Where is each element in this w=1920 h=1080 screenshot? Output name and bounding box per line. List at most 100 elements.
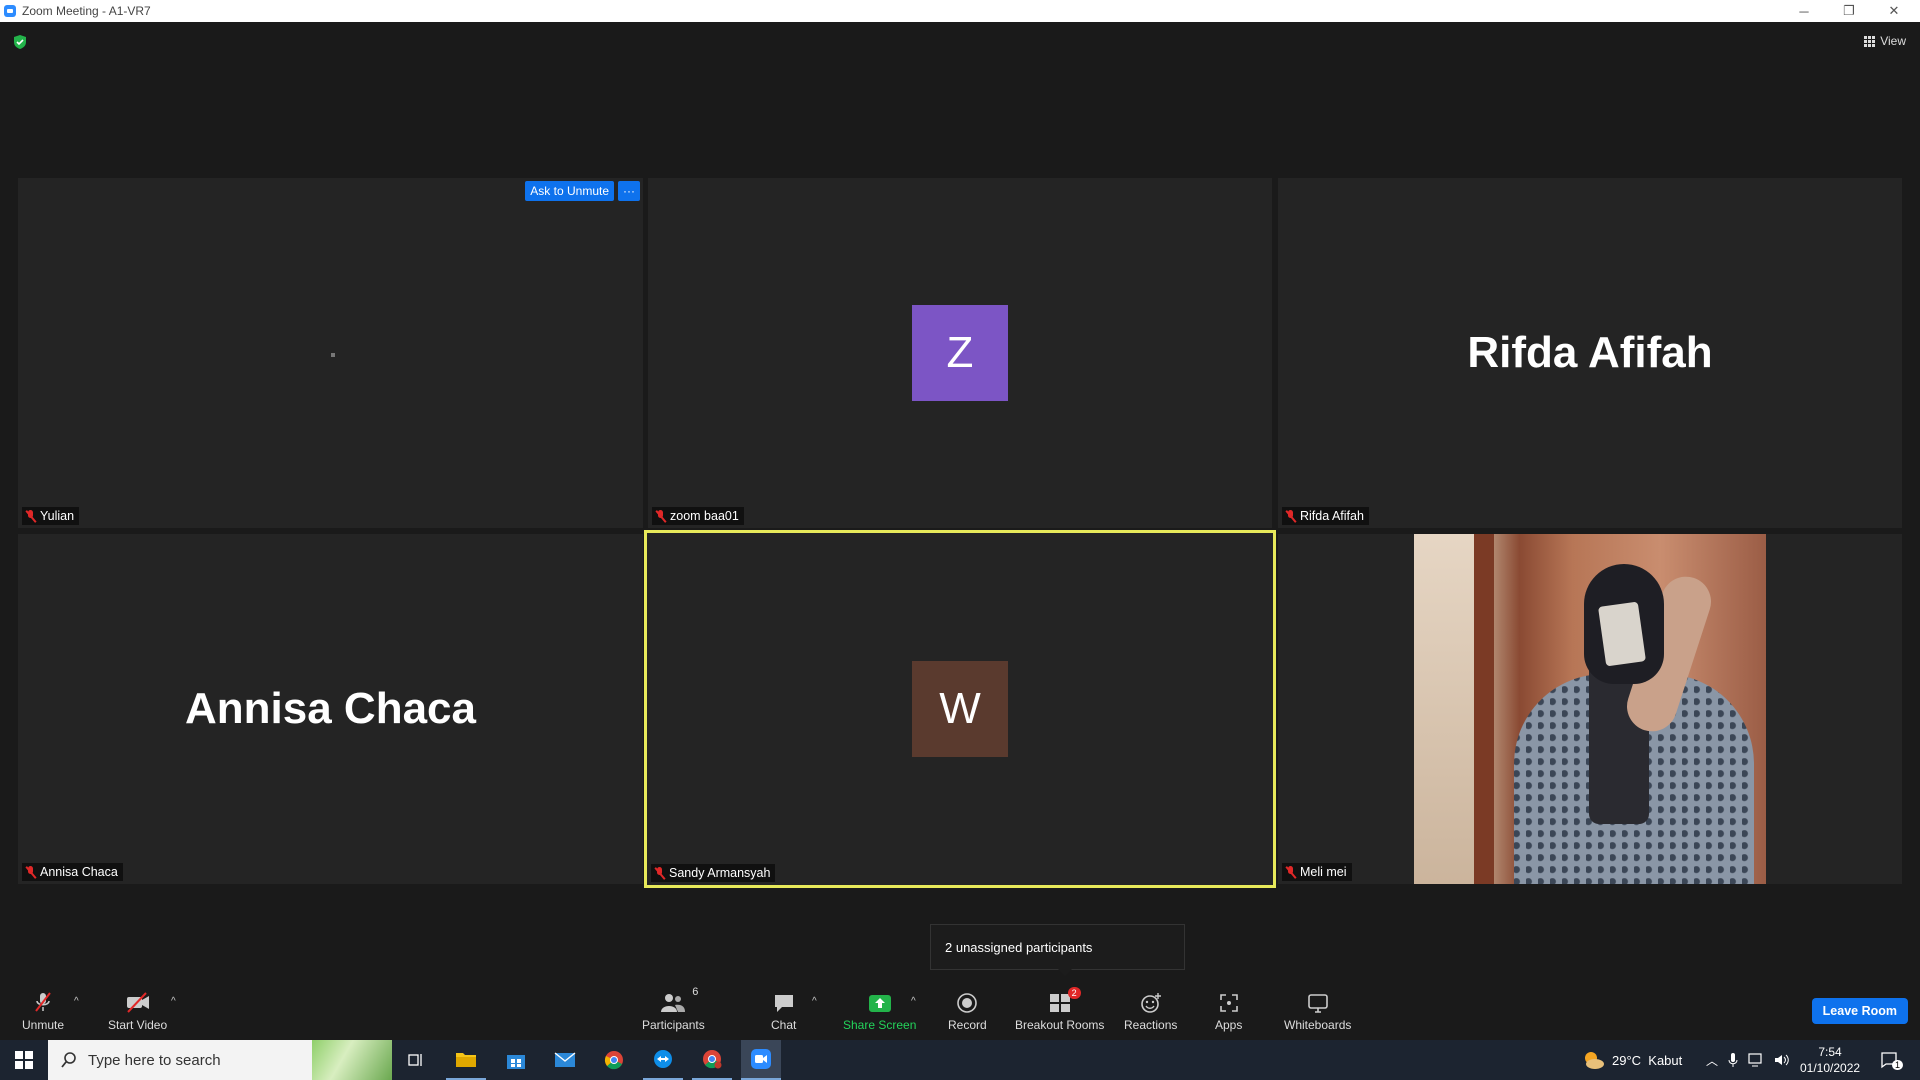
unmute-button[interactable]: Unmute	[22, 990, 64, 1032]
apps-icon	[1219, 994, 1238, 1012]
weather-cloud-sun-icon	[1585, 1052, 1604, 1069]
share-screen-button[interactable]: Share Screen	[843, 990, 916, 1032]
whiteboards-label: Whiteboards	[1284, 1018, 1352, 1032]
reactions-label: Reactions	[1124, 1018, 1178, 1032]
video-off-icon	[126, 992, 149, 1013]
microphone-icon[interactable]	[1728, 1052, 1738, 1068]
file-explorer-icon	[456, 1053, 476, 1067]
share-options-caret-icon[interactable]: ^	[911, 996, 916, 1007]
minimize-button[interactable]: ─	[1784, 0, 1824, 22]
search-placeholder: Type here to search	[88, 1051, 221, 1069]
mail-icon	[554, 1052, 576, 1067]
participant-name-label: Yulian	[22, 507, 80, 525]
share-screen-label: Share Screen	[843, 1018, 917, 1032]
participants-button[interactable]: 6 Participants	[642, 986, 705, 1032]
notification-center-button[interactable]: 1	[1880, 1040, 1911, 1080]
microsoft-store-icon	[507, 1055, 525, 1069]
participant-name-label: Sandy Armansyah	[651, 864, 776, 882]
participant-name: Sandy Armansyah	[669, 866, 771, 880]
muted-mic-icon	[25, 509, 36, 523]
chrome-profile-button[interactable]	[692, 1040, 732, 1080]
grid-view-icon	[1864, 35, 1876, 47]
file-explorer-button[interactable]	[446, 1040, 486, 1080]
weather-widget[interactable]: 29°C Kabut	[1582, 1040, 1682, 1080]
taskbar-search-box[interactable]: Type here to search	[48, 1040, 392, 1080]
teamviewer-button[interactable]	[643, 1040, 683, 1080]
teamviewer-icon	[654, 1050, 672, 1068]
share-screen-icon	[868, 995, 891, 1012]
reactions-icon	[1140, 993, 1161, 1013]
chat-label: Chat	[771, 1018, 797, 1032]
chrome-profile-icon	[703, 1050, 722, 1069]
participants-label: Participants	[642, 1018, 705, 1032]
tooltip-text: 2 unassigned participants	[945, 939, 1093, 955]
chat-options-caret-icon[interactable]: ^	[812, 996, 817, 1007]
participant-name: zoom baa01	[670, 509, 739, 523]
chrome-button[interactable]	[594, 1040, 634, 1080]
windows-logo-icon	[15, 1051, 33, 1069]
participant-display-name: Annisa Chaca	[185, 684, 476, 733]
network-icon[interactable]	[1748, 1053, 1764, 1067]
record-button[interactable]: Record	[948, 990, 987, 1032]
participants-count: 6	[692, 986, 699, 998]
avatar: W	[912, 661, 1008, 757]
apps-label: Apps	[1215, 1018, 1243, 1032]
close-button[interactable]: ✕	[1874, 0, 1914, 22]
start-video-label: Start Video	[108, 1018, 168, 1032]
mail-button[interactable]	[545, 1040, 585, 1080]
search-icon	[61, 1052, 76, 1068]
task-view-icon	[408, 1054, 422, 1066]
clock-date: 01/10/2022	[1800, 1061, 1861, 1075]
ask-to-unmute-button[interactable]: Ask to Unmute	[525, 181, 614, 201]
video-tile-sandy-armansyah[interactable]: W Sandy Armansyah	[644, 530, 1276, 888]
video-tile-yulian[interactable]: Ask to Unmute ··· Yulian	[18, 178, 643, 528]
video-tile-meli-mei[interactable]: Meli mei	[1278, 534, 1902, 884]
video-tile-annisa-chaca[interactable]: Annisa Chaca Annisa Chaca	[18, 534, 643, 884]
view-button[interactable]: View	[1864, 34, 1906, 48]
tray-overflow-chevron-icon[interactable]: ︿	[1706, 1052, 1718, 1069]
chrome-icon	[604, 1051, 623, 1070]
muted-mic-icon	[655, 509, 666, 523]
restore-button[interactable]: ❐	[1829, 0, 1869, 22]
volume-icon[interactable]	[1774, 1053, 1790, 1067]
weather-text: 29°C Kabut	[1612, 1052, 1683, 1068]
participant-video-feed	[1414, 534, 1766, 884]
task-view-button[interactable]	[400, 1040, 432, 1080]
whiteboard-icon	[1307, 994, 1328, 1013]
chat-icon	[774, 995, 793, 1012]
video-tile-zoom-baa01[interactable]: Z zoom baa01	[648, 178, 1272, 528]
participant-name: Yulian	[40, 509, 75, 523]
participants-icon	[661, 994, 686, 1012]
leave-room-button[interactable]: Leave Room	[1811, 998, 1908, 1024]
zoom-icon	[751, 1049, 771, 1069]
view-label: View	[1880, 34, 1906, 48]
loading-dot	[330, 353, 335, 357]
more-options-button[interactable]: ···	[618, 181, 640, 201]
zoom-app-icon	[4, 5, 16, 17]
breakout-rooms-badge: 2	[1067, 987, 1081, 999]
chat-button[interactable]: Chat	[771, 990, 796, 1032]
participant-name-label: Rifda Afifah	[1282, 507, 1369, 525]
muted-microphone-icon	[35, 992, 51, 1012]
participant-name: Meli mei	[1300, 865, 1347, 879]
start-button[interactable]	[0, 1040, 48, 1080]
muted-mic-icon	[654, 866, 665, 880]
clock[interactable]: 7:54 01/10/2022	[1800, 1040, 1860, 1080]
video-tile-rifda-afifah[interactable]: Rifda Afifah Rifda Afifah	[1278, 178, 1902, 528]
audio-options-caret-icon[interactable]: ^	[74, 996, 79, 1007]
muted-mic-icon	[1285, 865, 1296, 879]
avatar: Z	[912, 305, 1008, 401]
whiteboards-button[interactable]: Whiteboards	[1284, 990, 1351, 1032]
windows-taskbar: Type here to search 29°C Kabut ︿ 7:54 01…	[0, 1040, 1920, 1080]
zoom-taskbar-button[interactable]	[741, 1040, 781, 1080]
breakout-rooms-button[interactable]: 2 Breakout Rooms	[1015, 987, 1104, 1032]
microsoft-store-button[interactable]	[496, 1040, 536, 1080]
participant-name: Rifda Afifah	[1300, 509, 1364, 523]
reactions-button[interactable]: Reactions	[1124, 990, 1177, 1032]
notification-count: 1	[1892, 1060, 1904, 1070]
security-shield-icon[interactable]	[12, 34, 28, 50]
start-video-button[interactable]: Start Video	[108, 990, 167, 1032]
participant-name-label: Meli mei	[1282, 863, 1352, 881]
video-options-caret-icon[interactable]: ^	[171, 996, 176, 1007]
apps-button[interactable]: Apps	[1215, 990, 1242, 1032]
